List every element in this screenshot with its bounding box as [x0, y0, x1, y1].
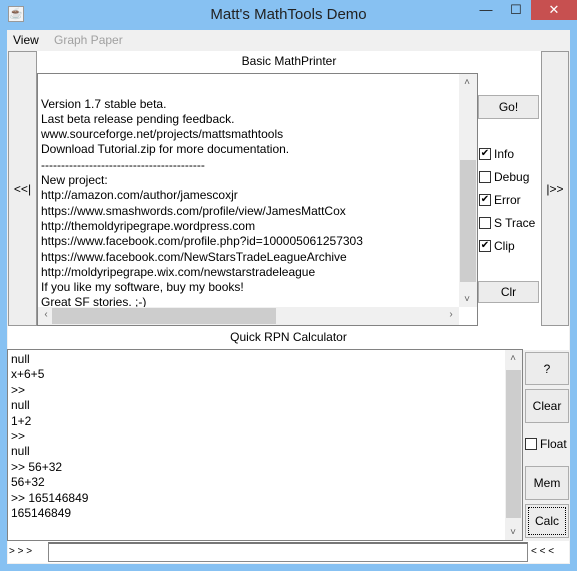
checkbox-label: Error	[494, 193, 521, 207]
checkbox-box[interactable]	[479, 217, 491, 229]
checkbox-debug[interactable]: Debug	[479, 170, 529, 184]
clear-button[interactable]: Clear	[525, 389, 569, 423]
calculator-input[interactable]	[48, 542, 528, 562]
checkbox-clip[interactable]: ✔ Clip	[479, 239, 515, 253]
calculator-line: 56+32	[11, 475, 45, 490]
calculator-output[interactable]: null x+6+5 >> null 1+2 >> null >> 56+32 56+32 >> …	[7, 349, 523, 541]
maximize-button[interactable]: ☐	[501, 0, 531, 20]
float-label: Float	[540, 437, 567, 451]
checkbox-box[interactable]	[525, 438, 537, 450]
printer-line: http://themoldyripegrape.wordpress.com	[41, 218, 256, 233]
checkbox-s-trace[interactable]: S Trace	[479, 216, 535, 230]
calculator-line: null	[11, 444, 30, 459]
prompt-right: < < <	[531, 546, 555, 557]
printer-line: Version 1.7 stable beta.	[41, 96, 167, 111]
checkbox-label: Debug	[494, 170, 530, 184]
float-checkbox[interactable]: Float	[525, 437, 567, 451]
printer-line: ----------------------------------------…	[41, 157, 205, 172]
printer-vscrollbar[interactable]: ˄ ˅	[459, 74, 477, 307]
next-button[interactable]: |>>	[541, 51, 569, 326]
printer-line: http://amazon.com/author/jamescoxjr	[41, 188, 238, 203]
printer-line: If you like my software, buy my books!	[41, 280, 244, 295]
printer-line: Last beta release pending feedback.	[41, 111, 235, 126]
checkbox-box[interactable]: ✔	[479, 240, 491, 252]
mem-button[interactable]: Mem	[525, 466, 569, 500]
calculator-line: null	[11, 352, 30, 366]
menu-graph-paper: Graph Paper	[54, 33, 123, 47]
printer-line: Download Tutorial.zip for more documenta…	[41, 142, 290, 157]
printer-line: www.sourceforge.net/projects/mattsmathto…	[41, 127, 284, 142]
calculator-line: 1+2	[11, 413, 32, 428]
calculator-line: x+6+5	[11, 367, 45, 382]
checkbox-info[interactable]: ✔ Info	[479, 147, 514, 161]
title-bar: ☕ Matt's MathTools Demo — ☐ ✕	[0, 0, 577, 30]
calculator-title: Quick RPN Calculator	[230, 330, 347, 344]
checkbox-box[interactable]	[479, 171, 491, 183]
printer-line: https://www.smashwords.com/profile/view/…	[41, 203, 346, 218]
checkbox-error[interactable]: ✔ Error	[479, 193, 521, 207]
checkbox-box[interactable]: ✔	[479, 194, 491, 206]
prompt-left: > > >	[9, 546, 33, 557]
close-button[interactable]: ✕	[531, 0, 577, 20]
printer-hscrollbar[interactable]: ‹ ›	[38, 307, 459, 325]
printer-line: http://moldyripegrape.wix.com/newstarstr…	[41, 264, 316, 279]
calculator-line: null	[11, 398, 30, 413]
checkbox-label: Clip	[494, 239, 515, 253]
printer-line: https://www.facebook.com/profile.php?id=…	[41, 234, 363, 249]
printer-line: New project:	[41, 173, 108, 188]
calculator-line: 165146849	[11, 506, 72, 521]
calculator-line: >>	[11, 429, 26, 444]
checkbox-label: S Trace	[494, 216, 536, 230]
printer-line: https://www.facebook.com/NewStarsTradeLe…	[41, 249, 347, 264]
clr-button[interactable]: Clr	[478, 281, 539, 303]
minimize-button[interactable]: —	[471, 0, 501, 20]
calculator-line: >> 56+32	[11, 459, 63, 474]
calculator-line: >> 165146849	[11, 490, 89, 505]
go-button[interactable]: Go!	[478, 95, 539, 119]
printer-title: Basic MathPrinter	[241, 54, 337, 68]
calc-button[interactable]: Calc	[525, 504, 569, 538]
printer-output[interactable]: Version 1.7 stable beta. Last beta releas…	[37, 73, 478, 326]
checkbox-label: Info	[494, 147, 515, 161]
checkbox-box[interactable]: ✔	[479, 148, 491, 160]
calculator-vscrollbar[interactable]: ˄ ˅	[505, 350, 522, 540]
prev-button[interactable]: <<|	[8, 51, 37, 326]
menu-view[interactable]: View	[13, 33, 39, 47]
help-button[interactable]: ?	[525, 352, 569, 385]
calculator-line: >>	[11, 382, 26, 397]
